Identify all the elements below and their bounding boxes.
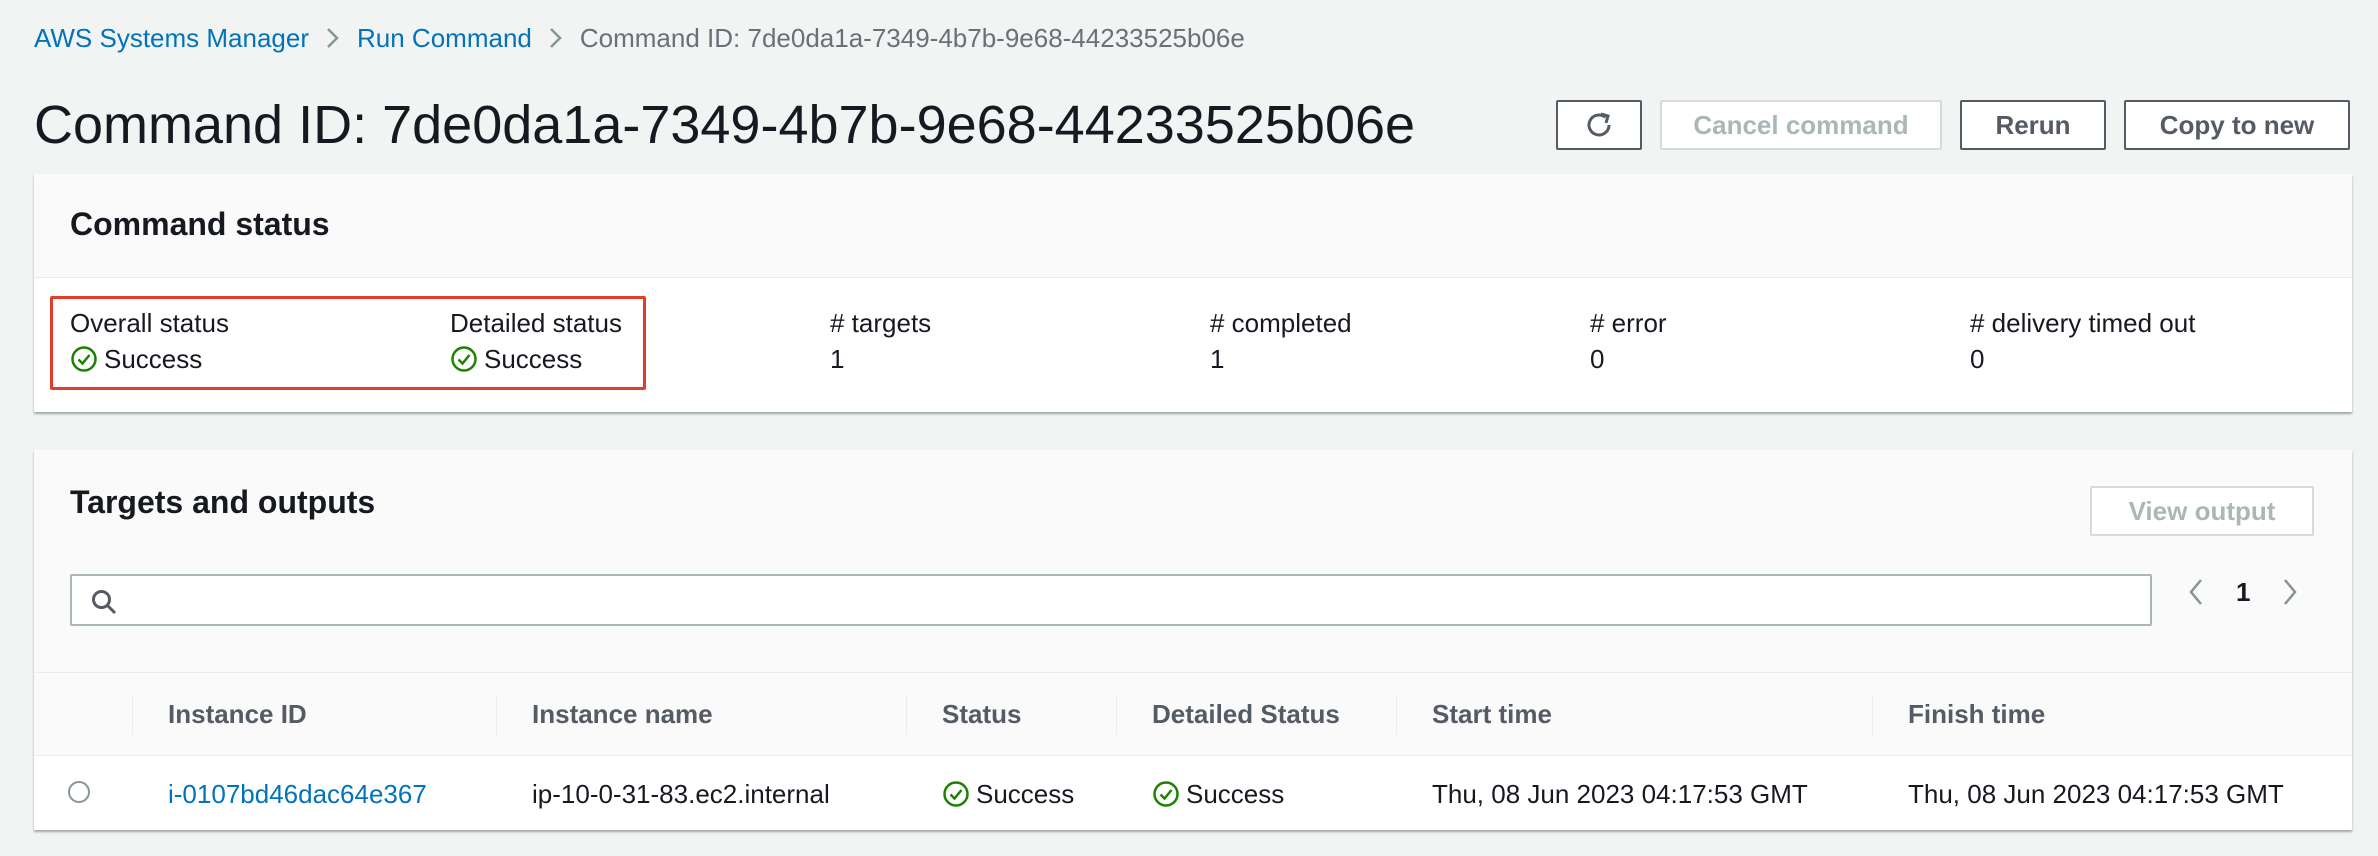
column-header-instance-id[interactable]: Instance ID [168, 673, 307, 755]
copy-to-new-button[interactable]: Copy to new [2124, 100, 2350, 150]
page-number[interactable]: 1 [2236, 577, 2250, 608]
rerun-button[interactable]: Rerun [1960, 100, 2106, 150]
column-header-finish-time[interactable]: Finish time [1908, 673, 2045, 755]
search-field[interactable] [132, 576, 2136, 626]
timed-out-count-label: # delivery timed out [1970, 308, 2196, 338]
column-header-detailed-status[interactable]: Detailed Status [1152, 673, 1340, 755]
chevron-right-icon [532, 26, 580, 50]
view-output-button[interactable]: View output [2090, 486, 2314, 536]
detailed-status-cell: Success [1152, 760, 1284, 828]
targets-count: # targets 1 [830, 306, 931, 376]
refresh-button[interactable] [1556, 100, 1642, 150]
row-select-radio[interactable] [68, 781, 90, 803]
timed-out-count-value: 0 [1970, 344, 1985, 374]
timed-out-count: # delivery timed out 0 [1970, 306, 2195, 376]
error-count-label: # error [1590, 308, 1667, 338]
targets-outputs-title: Targets and outputs [70, 484, 376, 520]
breadcrumb-run-command[interactable]: Run Command [357, 23, 532, 54]
targets-count-label: # targets [830, 308, 932, 338]
cancel-command-button[interactable]: Cancel command [1660, 100, 1942, 150]
completed-count-label: # completed [1210, 308, 1352, 338]
command-status-header [34, 174, 2352, 278]
pagination: 1 [2186, 572, 2300, 612]
completed-count: # completed 1 [1210, 306, 1352, 376]
column-divider [132, 695, 133, 735]
status-text: Success [976, 778, 1075, 809]
column-divider [1116, 695, 1117, 735]
completed-count-value: 1 [1210, 344, 1225, 374]
chevron-right-icon [309, 26, 357, 50]
check-circle-icon [1153, 781, 1179, 807]
status-cell: Success [942, 760, 1074, 828]
error-count-value: 0 [1590, 344, 1605, 374]
refresh-icon [1587, 112, 1611, 137]
breadcrumb-systems-manager[interactable]: AWS Systems Manager [34, 23, 309, 54]
column-header-start-time[interactable]: Start time [1432, 673, 1552, 755]
targets-outputs-header [34, 450, 2352, 672]
table-header: Instance ID Instance name Status Detaile… [34, 672, 2352, 756]
column-header-status[interactable]: Status [942, 673, 1021, 755]
chevron-right-icon[interactable] [2280, 576, 2300, 608]
instance-name-cell: ip-10-0-31-83.ec2.internal [532, 778, 830, 809]
start-time-cell: Thu, 08 Jun 2023 04:17:53 GMT [1432, 778, 1808, 809]
detailed-status-text: Success [1186, 778, 1285, 809]
column-divider [906, 695, 907, 735]
check-circle-icon [943, 781, 969, 807]
search-input[interactable] [70, 574, 2152, 626]
column-header-instance-name[interactable]: Instance name [532, 673, 713, 755]
error-count: # error 0 [1590, 306, 1667, 376]
status-highlight-box [50, 296, 646, 390]
column-divider [496, 695, 497, 735]
breadcrumb: AWS Systems Manager Run Command Command … [34, 20, 1245, 56]
search-icon [92, 590, 117, 615]
targets-count-value: 1 [830, 344, 845, 374]
column-divider [1872, 695, 1873, 735]
breadcrumb-current: Command ID: 7de0da1a-7349-4b7b-9e68-4423… [579, 22, 1245, 53]
page-title: Command ID: 7de0da1a-7349-4b7b-9e68-4423… [34, 95, 1416, 155]
column-divider [1396, 695, 1397, 735]
command-status-title: Command status [70, 206, 330, 242]
instance-id-link[interactable]: i-0107bd46dac64e367 [168, 760, 427, 828]
finish-time-cell: Thu, 08 Jun 2023 04:17:53 GMT [1908, 778, 2284, 809]
chevron-left-icon[interactable] [2186, 576, 2206, 608]
